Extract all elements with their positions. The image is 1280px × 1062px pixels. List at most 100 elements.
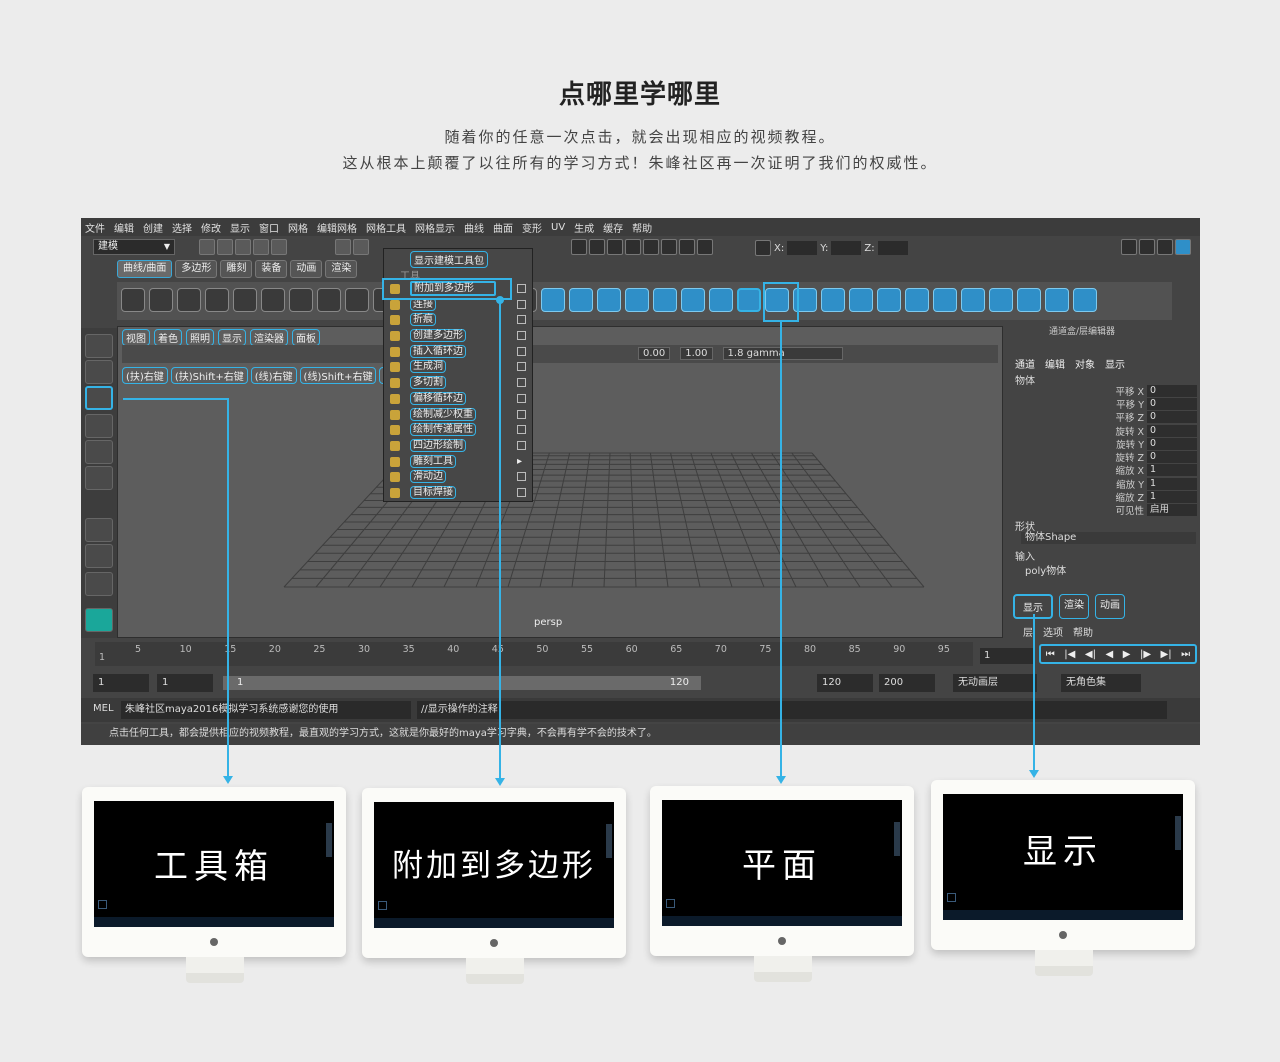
menu-item[interactable]: 曲面 [493, 220, 513, 235]
render-settings-icon[interactable] [625, 239, 641, 255]
playback-button-icon[interactable]: ◀| [1085, 649, 1096, 660]
option-box-icon[interactable] [517, 346, 526, 356]
menu-item[interactable]: 目标焊接 [384, 485, 534, 501]
layer-tab[interactable]: 渲染 [1059, 594, 1089, 619]
input-node[interactable]: poly物体 [1025, 562, 1066, 577]
mel-input[interactable]: 朱峰社区maya2016模拟学习系统感谢您的使用 [121, 701, 411, 719]
paint-select-tool-icon[interactable] [85, 386, 113, 410]
range-slider[interactable]: 1 120 [223, 676, 701, 690]
option-box-icon[interactable] [517, 378, 526, 388]
anim-start-field[interactable]: 1 [93, 674, 149, 692]
menu-item[interactable]: 选择 [172, 220, 192, 235]
lasso-tool-icon[interactable] [85, 360, 113, 384]
y-field[interactable] [831, 241, 862, 255]
new-scene-icon[interactable] [199, 239, 215, 255]
render-setup-icon[interactable] [661, 239, 677, 255]
channel-box-icon[interactable] [1175, 239, 1191, 255]
hypershade-icon[interactable] [643, 239, 659, 255]
shelf-tool-icon[interactable] [821, 288, 845, 312]
shelf-tool-icon[interactable] [625, 288, 649, 312]
menu-item[interactable]: 编辑网格 [317, 220, 357, 235]
outliner-pane-icon[interactable] [85, 572, 113, 596]
menu-item[interactable]: 绘制传递属性 [384, 422, 534, 438]
attribute-value[interactable]: 1 [1147, 477, 1197, 490]
toggle-ui-icon[interactable] [697, 239, 713, 255]
shelf-tool-icon[interactable] [597, 288, 621, 312]
select-tool-icon[interactable] [85, 334, 113, 358]
option-box-icon[interactable] [517, 284, 526, 293]
shelf-tool-icon[interactable] [1017, 288, 1041, 312]
shelf-tool-icon[interactable] [1073, 288, 1097, 312]
attribute-value[interactable]: 0 [1147, 384, 1197, 397]
layer-menu-item[interactable]: 选项 [1043, 624, 1063, 639]
viewport[interactable]: 视图 着色 照明 显示 渲染器 面板 0.00 1.00 1.8 gamma (扶)右键(… [117, 326, 1003, 638]
menu-item[interactable]: 创建 [143, 220, 163, 235]
attribute-value[interactable]: 0 [1147, 424, 1197, 437]
menu-item[interactable]: 帮助 [632, 220, 652, 235]
shelf-tool-icon[interactable] [289, 288, 313, 312]
shelf-tool-icon[interactable] [177, 288, 201, 312]
attribute-value[interactable]: 0 [1147, 397, 1197, 410]
tool-settings-icon[interactable] [1157, 239, 1173, 255]
option-box-icon[interactable] [517, 440, 526, 450]
playback-button-icon[interactable]: ⏮ [1046, 649, 1055, 660]
select-object-icon[interactable] [353, 239, 369, 255]
attribute-value[interactable]: 1 [1147, 464, 1197, 477]
shelf-tool-icon[interactable] [933, 288, 957, 312]
create-plane-icon[interactable] [737, 288, 761, 312]
menu-item[interactable]: 雕刻工具 ▸ [384, 454, 534, 470]
menu-item[interactable]: 网格 [288, 220, 308, 235]
save-scene-icon[interactable] [235, 239, 251, 255]
channel-menu-item[interactable]: 对象 [1075, 356, 1095, 371]
channel-menu-item[interactable]: 显示 [1105, 356, 1125, 371]
option-box-icon[interactable] [517, 393, 526, 403]
playback-button-icon[interactable]: |▶ [1140, 649, 1151, 660]
menu-item[interactable]: 多切割 [384, 375, 534, 391]
attribute-value[interactable]: 0 [1147, 411, 1197, 424]
option-box-icon[interactable] [517, 487, 526, 497]
playback-button-icon[interactable]: ▶ [1123, 649, 1131, 660]
x-field[interactable] [787, 241, 818, 255]
current-frame-field[interactable]: 1 [980, 648, 1034, 664]
menu-item[interactable]: 窗口 [259, 220, 279, 235]
menu-item[interactable]: 变形 [522, 220, 542, 235]
playback-button-icon[interactable]: ◀ [1105, 649, 1113, 660]
menu-item[interactable]: 文件 [85, 220, 105, 235]
ipr-render-icon[interactable] [607, 239, 623, 255]
option-box-icon[interactable] [517, 362, 526, 372]
menu-item[interactable]: 曲线 [464, 220, 484, 235]
anim-end-field[interactable]: 200 [879, 674, 935, 692]
z-field[interactable] [877, 241, 908, 255]
shelf-tool-icon[interactable] [681, 288, 705, 312]
shelf-tool-icon[interactable] [205, 288, 229, 312]
character-set-select[interactable]: 无角色集 [1061, 674, 1141, 692]
four-pane-icon[interactable] [85, 544, 113, 568]
modeling-toolkit-icon[interactable] [1121, 239, 1137, 255]
render-frame-icon[interactable] [589, 239, 605, 255]
mel-label[interactable]: MEL [93, 703, 114, 714]
playback-button-icon[interactable]: ▶| [1161, 649, 1172, 660]
menu-item[interactable]: 缓存 [603, 220, 623, 235]
attribute-value[interactable]: 0 [1147, 437, 1197, 450]
menu-item[interactable]: 生成 [574, 220, 594, 235]
playback-end-field[interactable]: 120 [817, 674, 873, 692]
shelf-tool-icon[interactable] [233, 288, 257, 312]
scale-tool-icon[interactable] [85, 466, 113, 490]
open-scene-icon[interactable] [217, 239, 233, 255]
menu-item[interactable]: UV [551, 222, 565, 233]
attribute-value[interactable]: 1 [1147, 491, 1197, 504]
menu-item[interactable]: 滑动边 [384, 469, 534, 485]
playback-button-icon[interactable]: ⏭ [1181, 649, 1190, 660]
shelf-tool-icon[interactable] [261, 288, 285, 312]
layer-menu-item[interactable]: 帮助 [1073, 624, 1093, 639]
shelf-tool-icon[interactable] [541, 288, 565, 312]
light-editor-icon[interactable] [679, 239, 695, 255]
menu-item[interactable]: 网格工具 [366, 220, 406, 235]
option-box-icon[interactable] [517, 409, 526, 419]
move-tool-icon[interactable] [85, 414, 113, 438]
transform-mode-icon[interactable] [755, 240, 771, 256]
anim-layer-select[interactable]: 无动画层 [953, 674, 1037, 692]
attribute-value[interactable]: 启用 [1147, 504, 1197, 517]
render-view-icon[interactable] [571, 239, 587, 255]
menu-item[interactable]: 网格显示 [415, 220, 455, 235]
